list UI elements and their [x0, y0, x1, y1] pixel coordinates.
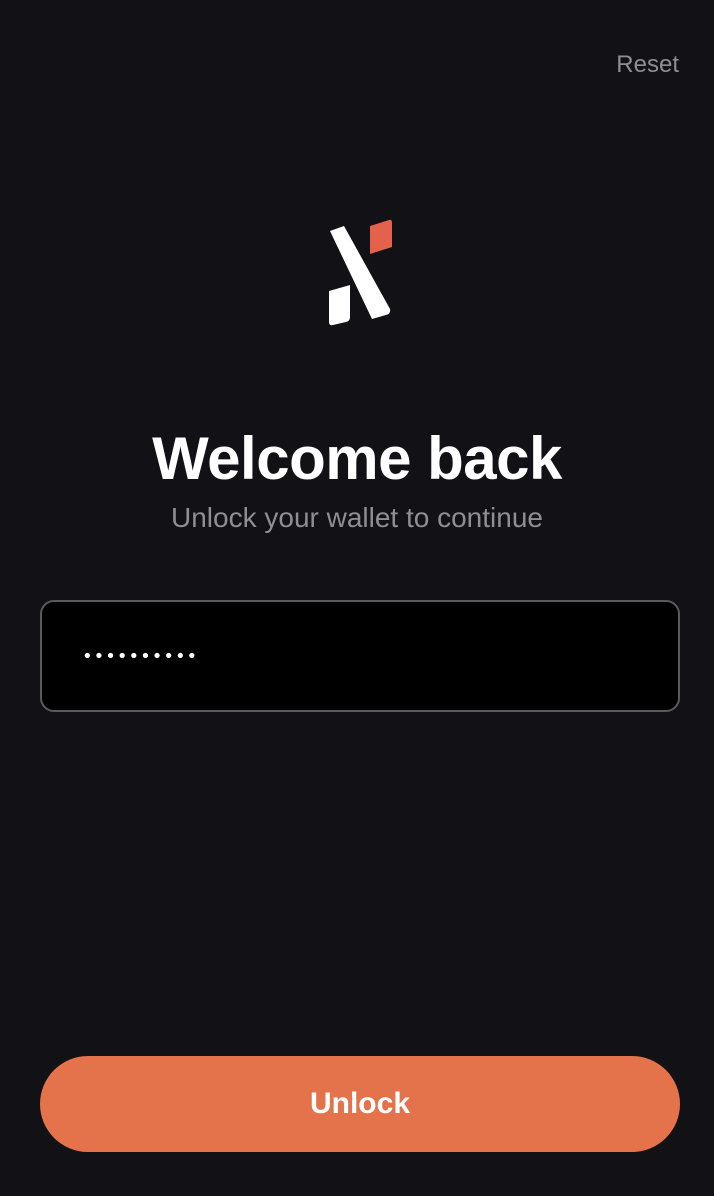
wallet-logo-icon: [329, 219, 392, 326]
unlock-button[interactable]: Unlock: [40, 1056, 680, 1152]
page-subtitle: Unlock your wallet to continue: [171, 502, 543, 533]
page-title: Welcome back: [152, 425, 562, 492]
reset-link[interactable]: Reset: [616, 50, 679, 80]
password-field[interactable]: [40, 600, 680, 712]
